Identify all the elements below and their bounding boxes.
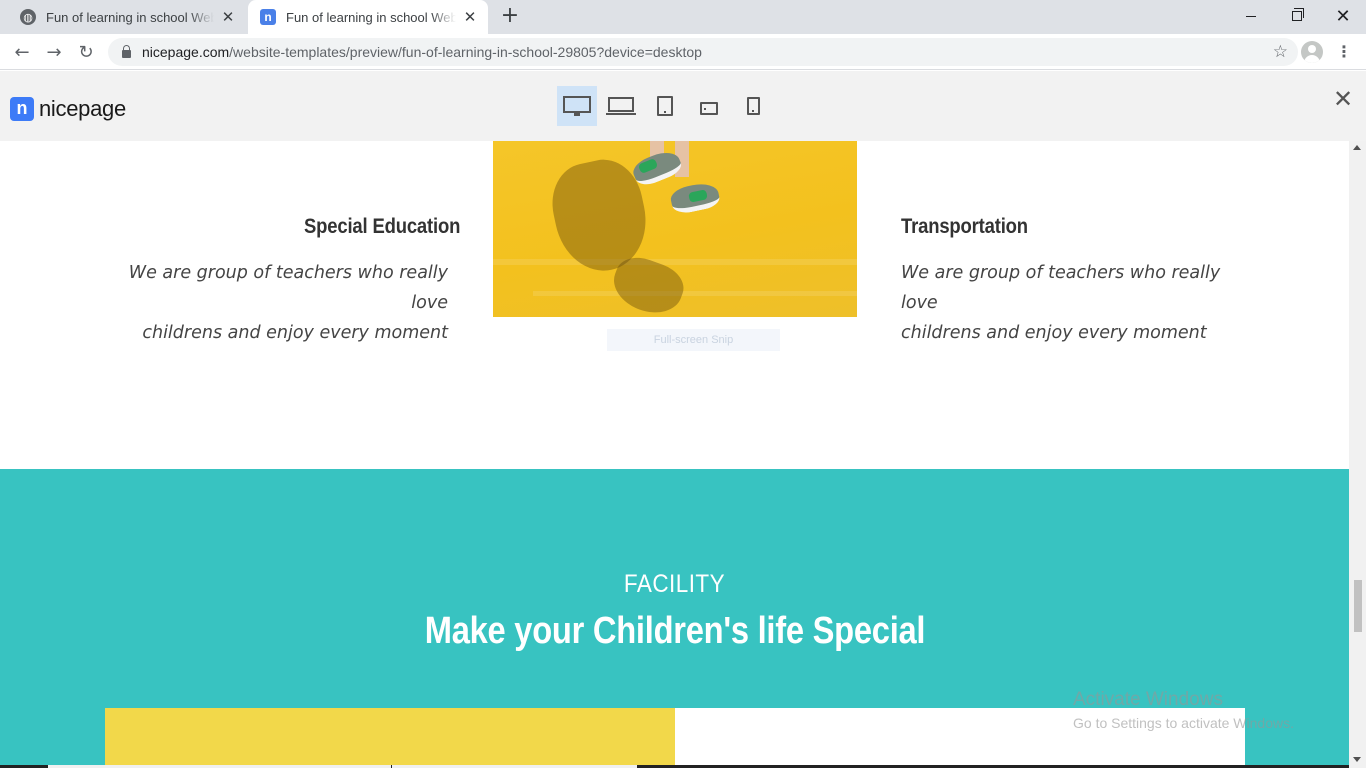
- snip-overlay-label: Full-screen Snip: [607, 329, 780, 351]
- scroll-thumb[interactable]: [1354, 580, 1362, 632]
- close-tab-icon[interactable]: ✕: [462, 9, 478, 25]
- minimize-icon: [1246, 15, 1256, 17]
- back-button[interactable]: ←: [8, 38, 36, 66]
- tab-title: Fun of learning in school Website Templa…: [286, 9, 456, 25]
- browser-tab-2[interactable]: n Fun of learning in school Website Temp…: [248, 0, 488, 34]
- lock-icon: [122, 45, 131, 58]
- forward-button[interactable]: →: [40, 38, 68, 66]
- nicepage-icon: n: [260, 9, 276, 25]
- device-phone-button[interactable]: [733, 86, 773, 126]
- url-host: nicepage.com: [142, 44, 230, 60]
- page-content: Special Education We are group of teache…: [0, 141, 1349, 768]
- arrow-right-icon: →: [46, 41, 62, 63]
- watermark-subtitle: Go to Settings to activate Windows.: [1073, 715, 1294, 731]
- browser-toolbar: ← → ↻ nicepage.com/website-templates/pre…: [0, 34, 1366, 70]
- arrow-left-icon: ←: [14, 41, 30, 63]
- browser-tab-1[interactable]: ◍ Fun of learning in school Website Temp…: [8, 0, 246, 34]
- device-laptop-button[interactable]: [601, 86, 641, 126]
- tab-title: Fun of learning in school Website Templa…: [46, 9, 214, 25]
- service-description-left: We are group of teachers who really love…: [88, 258, 448, 348]
- description-line: We are group of teachers who really love: [901, 263, 1221, 313]
- url-path: /website-templates/preview/fun-of-learni…: [229, 44, 702, 60]
- tablet-icon: [657, 96, 673, 116]
- service-title-special-education: Special Education: [304, 215, 461, 238]
- close-tab-icon[interactable]: ✕: [220, 9, 236, 25]
- reload-icon: ↻: [78, 41, 94, 63]
- new-tab-button[interactable]: +: [498, 5, 522, 29]
- activate-windows-watermark: Activate Windows Go to Settings to activ…: [1073, 689, 1294, 731]
- close-icon: ✕: [1335, 5, 1351, 27]
- description-line: We are group of teachers who really love: [128, 263, 448, 313]
- section-heading: Make your Children's life Special: [0, 610, 1349, 653]
- restore-button[interactable]: [1274, 0, 1320, 32]
- tablet-landscape-icon: [700, 101, 718, 115]
- minimize-button[interactable]: [1228, 0, 1274, 32]
- laptop-icon: [606, 97, 636, 115]
- logo-mark: n: [10, 97, 34, 121]
- watermark-title: Activate Windows: [1073, 689, 1223, 710]
- logo-text: nicepage: [39, 96, 126, 121]
- vertical-scrollbar[interactable]: [1349, 141, 1366, 768]
- phone-icon: [746, 97, 760, 115]
- address-bar[interactable]: nicepage.com/website-templates/preview/f…: [108, 38, 1298, 66]
- bookmark-star-icon[interactable]: ☆: [1273, 42, 1288, 62]
- restore-icon: [1292, 8, 1304, 21]
- close-window-button[interactable]: ✕: [1320, 0, 1366, 32]
- device-desktop-button[interactable]: [557, 86, 597, 126]
- description-line: childrens and enjoy every moment: [142, 323, 448, 343]
- heading-text: Make your Children's life Special: [424, 610, 925, 652]
- device-tablet-button[interactable]: [645, 86, 685, 126]
- url-text: nicepage.com/website-templates/preview/f…: [142, 44, 702, 60]
- service-title-transportation: Transportation: [901, 215, 1028, 238]
- close-preview-button[interactable]: ✕: [1330, 86, 1356, 112]
- profile-avatar[interactable]: [1301, 41, 1323, 63]
- service-description-right: We are group of teachers who really love…: [901, 258, 1261, 348]
- browser-menu-icon[interactable]: ⋮: [1335, 42, 1353, 62]
- preview-toolbar: n nicepage ✕: [0, 71, 1366, 141]
- nicepage-logo[interactable]: n nicepage: [10, 96, 126, 122]
- child-jumping-photo: [493, 141, 857, 317]
- scroll-down-arrow-icon[interactable]: [1353, 757, 1361, 762]
- section-kicker: FACILITY: [623, 570, 726, 598]
- close-icon: ✕: [1332, 85, 1354, 113]
- desktop-icon: [563, 96, 591, 116]
- facility-image-card: [105, 708, 675, 768]
- description-line: childrens and enjoy every moment: [901, 323, 1207, 343]
- globe-icon: ◍: [20, 9, 36, 25]
- browser-tab-strip: ◍ Fun of learning in school Website Temp…: [0, 0, 1366, 34]
- device-tablet-landscape-button[interactable]: [689, 86, 729, 126]
- scroll-up-arrow-icon[interactable]: [1353, 145, 1361, 150]
- reload-button[interactable]: ↻: [72, 38, 100, 66]
